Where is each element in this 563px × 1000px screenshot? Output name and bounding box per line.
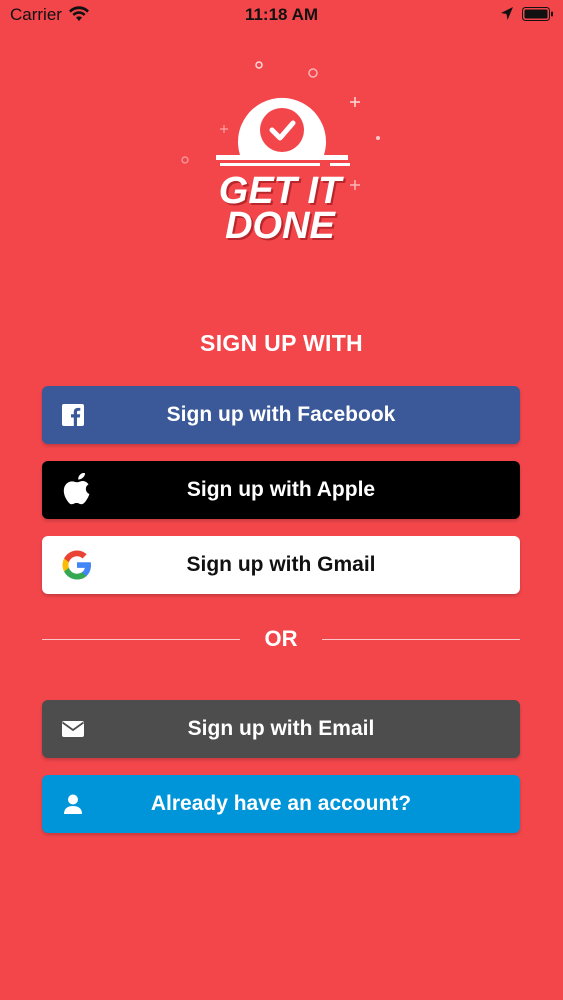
- user-icon: [62, 794, 84, 814]
- facebook-signup-button[interactable]: Sign up with Facebook: [42, 386, 520, 444]
- facebook-signup-label: Sign up with Facebook: [166, 403, 396, 426]
- envelope-icon: [62, 721, 84, 737]
- gmail-signup-button[interactable]: Sign up with Gmail: [42, 536, 520, 594]
- facebook-icon: [62, 404, 84, 426]
- or-divider: OR: [42, 624, 520, 654]
- logo-text-line1: GET IT: [218, 170, 342, 212]
- logo-text-line2: DONE: [225, 205, 335, 247]
- login-label: Already have an account?: [150, 792, 412, 815]
- clock: 11:18 AM: [244, 5, 319, 24]
- apple-icon: [62, 473, 92, 507]
- location-arrow-icon: [500, 6, 514, 27]
- sign-up-heading: SIGN UP WITH: [200, 330, 363, 356]
- google-icon: [62, 550, 92, 580]
- app-logo: GET IT DONE: [180, 55, 380, 245]
- email-signup-button[interactable]: Sign up with Email: [42, 700, 520, 758]
- apple-signup-button[interactable]: Sign up with Apple: [42, 461, 520, 519]
- divider-line-right: [322, 639, 520, 640]
- login-button[interactable]: Already have an account?: [42, 775, 520, 833]
- apple-signup-label: Sign up with Apple: [186, 478, 376, 501]
- status-bar: Carrier 11:18 AM: [0, 0, 563, 30]
- battery-icon: [522, 6, 554, 27]
- email-signup-label: Sign up with Email: [187, 717, 375, 740]
- gmail-signup-label: Sign up with Gmail: [186, 553, 376, 576]
